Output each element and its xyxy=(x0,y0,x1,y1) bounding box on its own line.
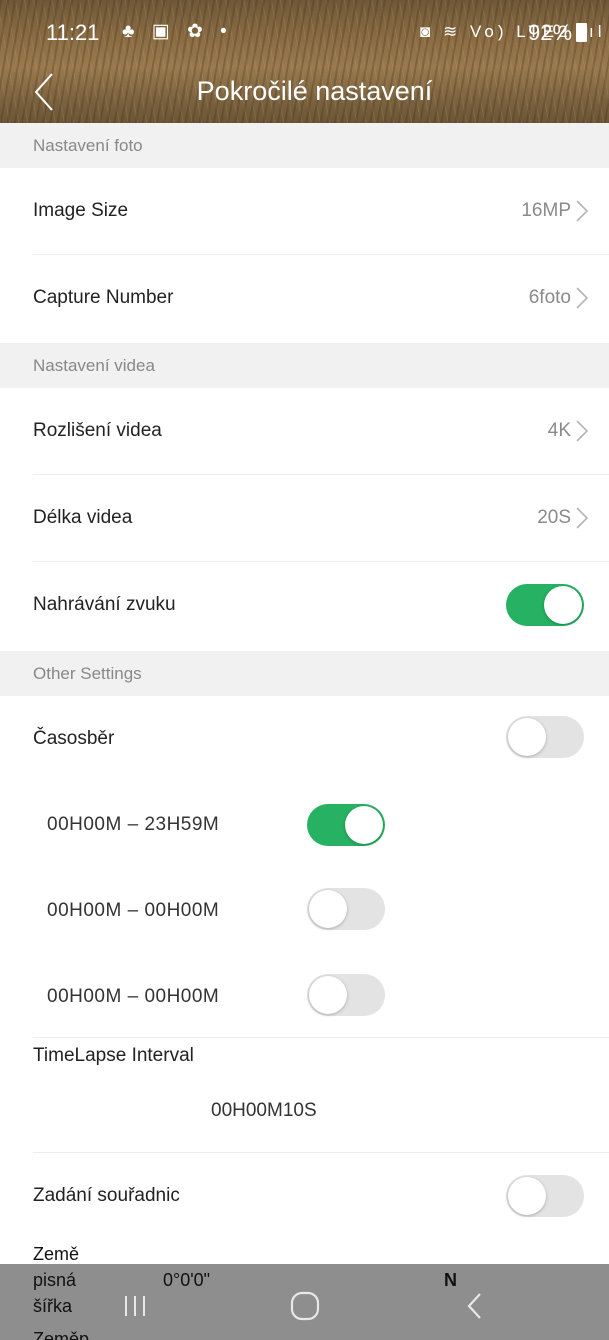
battery-indicator: 92% xyxy=(528,20,588,46)
home-icon xyxy=(290,1291,320,1321)
latitude-direction[interactable]: N xyxy=(444,1270,457,1291)
country-label: Země xyxy=(33,1244,80,1264)
recent-apps-icon xyxy=(125,1296,145,1316)
video-length-row[interactable]: Délka videa 20S xyxy=(0,475,609,561)
toggle-knob xyxy=(309,976,347,1014)
notification-icons: ♣ ▣ ✿ • xyxy=(122,21,233,42)
coordinates-label: Zadání souřadnic xyxy=(33,1185,180,1206)
audio-recording-toggle[interactable] xyxy=(506,584,584,626)
capture-number-label: Capture Number xyxy=(33,287,174,308)
longitude-label-cut: Zeměp xyxy=(33,1329,90,1340)
back-arrow-icon xyxy=(467,1293,481,1319)
divider xyxy=(33,1037,609,1038)
video-resolution-label: Rozlišení videa xyxy=(33,420,162,441)
home-button[interactable] xyxy=(288,1290,322,1322)
chevron-right-icon xyxy=(576,200,589,222)
system-navigation-bar: pisná šířka 0°0'0" N xyxy=(0,1264,609,1340)
video-length-label: Délka videa xyxy=(33,507,133,528)
interval-value[interactable]: 00H00M10S xyxy=(211,1100,317,1122)
toggle-knob xyxy=(508,718,546,756)
image-size-row[interactable]: Image Size 16MP xyxy=(0,168,609,254)
timelapse-label: Časosběr xyxy=(33,728,115,749)
toggle-knob xyxy=(345,806,383,844)
video-resolution-value: 4K xyxy=(547,420,571,441)
status-time: 11:21 xyxy=(46,20,100,45)
coordinates-row: Zadání souřadnic xyxy=(0,1153,609,1239)
chevron-right-icon xyxy=(576,420,589,442)
latitude-label-line2: šířka xyxy=(33,1296,73,1316)
latitude-value[interactable]: 0°0'0" xyxy=(163,1270,210,1291)
battery-percent: 92% xyxy=(528,20,573,45)
chevron-right-icon xyxy=(576,507,589,529)
latitude-label-line1: pisná xyxy=(33,1270,77,1290)
recent-apps-button[interactable] xyxy=(122,1292,148,1320)
battery-icon xyxy=(576,23,588,42)
time-range-3-toggle[interactable] xyxy=(307,974,385,1016)
page-title: Pokročilé nastavení xyxy=(196,76,433,106)
video-length-value: 20S xyxy=(537,507,571,528)
nav-back-button[interactable] xyxy=(464,1290,486,1322)
timelapse-toggle[interactable] xyxy=(506,716,584,758)
image-size-label: Image Size xyxy=(33,200,129,221)
time-range-2: 00H00M – 00H00M xyxy=(47,900,220,921)
video-resolution-row[interactable]: Rozlišení videa 4K xyxy=(0,388,609,474)
time-range-1: 00H00M – 23H59M xyxy=(47,814,220,835)
time-range-2-toggle[interactable] xyxy=(307,888,385,930)
timelapse-row: Časosběr xyxy=(0,696,609,782)
toggle-knob xyxy=(309,890,347,928)
section-header-photo: Nastavení foto xyxy=(0,123,609,168)
section-header-other: Other Settings xyxy=(0,651,609,696)
interval-label: TimeLapse Interval xyxy=(33,1045,194,1066)
status-bar: 11:21 ♣ ▣ ✿ • ◙ ≋ Vo) LTE2 .ıl 92% xyxy=(0,0,609,62)
time-range-3: 00H00M – 00H00M xyxy=(47,986,220,1007)
capture-number-value: 6foto xyxy=(528,287,571,308)
section-header-video: Nastavení videa xyxy=(0,343,609,388)
toggle-knob xyxy=(544,586,582,624)
capture-number-row[interactable]: Capture Number 6foto xyxy=(0,255,609,341)
audio-recording-label: Nahrávání zvuku xyxy=(33,594,176,615)
header-bar: 11:21 ♣ ▣ ✿ • ◙ ≋ Vo) LTE2 .ıl 92% Pokro… xyxy=(0,0,609,123)
audio-recording-row: Nahrávání zvuku xyxy=(0,562,609,648)
toggle-knob xyxy=(508,1177,546,1215)
coordinates-toggle[interactable] xyxy=(506,1175,584,1217)
time-range-1-toggle[interactable] xyxy=(307,804,385,846)
chevron-right-icon xyxy=(576,287,589,309)
image-size-value: 16MP xyxy=(521,200,571,221)
